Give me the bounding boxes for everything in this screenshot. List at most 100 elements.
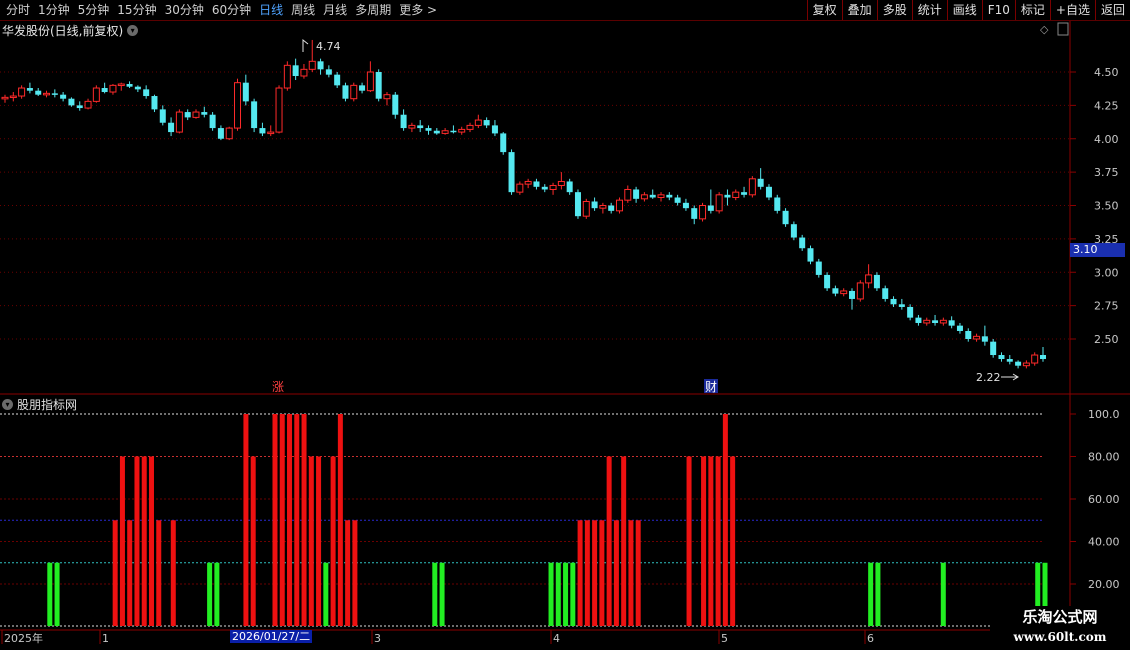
indicator-bar <box>592 520 598 626</box>
candle-body <box>674 197 681 203</box>
candle-body <box>541 186 548 190</box>
period-tab-3[interactable]: 15分钟 <box>113 0 160 20</box>
event-mark-zhang: 涨 <box>272 379 284 394</box>
candle-body <box>557 180 565 186</box>
candle-body <box>117 83 125 87</box>
indicator-bar <box>708 456 714 626</box>
indicator-bar <box>207 562 213 626</box>
candle-body <box>591 201 598 209</box>
toolbar-button-3[interactable]: 统计 <box>911 0 947 20</box>
period-tab-9[interactable]: 多周期 <box>351 0 395 20</box>
indicator-bar <box>301 414 307 626</box>
candle-body <box>732 191 740 198</box>
candle-body <box>242 82 249 102</box>
candle-body <box>51 93 58 95</box>
indicator-bar <box>47 562 53 626</box>
indicator-axis-label: 20.00 <box>1088 578 1120 591</box>
toolbar-button-8[interactable]: 返回 <box>1094 0 1130 20</box>
candle-body <box>574 192 581 217</box>
indicator-bar <box>337 414 343 626</box>
candle-body <box>1031 354 1039 364</box>
indicator-bar <box>621 456 627 626</box>
chevron-down-icon[interactable]: ▾ <box>2 399 13 410</box>
toolbar-button-5[interactable]: F10 <box>981 0 1015 20</box>
candle-body <box>1006 359 1013 362</box>
candle-body <box>251 101 258 129</box>
period-tab-4[interactable]: 30分钟 <box>161 0 208 20</box>
toolbar-button-4[interactable]: 画线 <box>946 0 982 20</box>
price-axis-label: 2.75 <box>1094 300 1119 313</box>
time-axis-label: 2025年 <box>4 631 43 645</box>
candle-body <box>748 178 756 196</box>
indicator-bar <box>613 520 619 626</box>
time-cursor-date: 2026/01/27/二 <box>230 630 313 643</box>
period-tab-6[interactable]: 日线 <box>255 0 287 20</box>
price-axis-label: 2.50 <box>1094 333 1119 346</box>
candle-body <box>151 96 158 110</box>
candle-body <box>175 111 183 133</box>
candle-body <box>68 98 75 106</box>
candle-body <box>35 90 42 95</box>
candle-body <box>624 188 632 201</box>
candle-body <box>890 298 897 305</box>
candle-body <box>923 319 931 324</box>
candle-body <box>101 88 108 93</box>
low-price-label: 2.22 <box>976 371 1001 384</box>
indicator-bar <box>294 414 300 626</box>
period-tab-1[interactable]: 1分钟 <box>34 0 74 20</box>
period-tabs: 分时 1分钟 5分钟 15分钟 30分钟 60分钟 日线 周线 月线 多周期 更多 > <box>2 0 441 20</box>
candle-body <box>458 128 466 133</box>
toolbar-button-2[interactable]: 多股 <box>876 0 912 20</box>
chart-canvas[interactable]: ◇ 4.504.254.003.753.503.253.002.752.5010… <box>0 0 1130 650</box>
indicator-bar <box>279 414 285 626</box>
candle-body <box>824 274 831 289</box>
indicator-axis-label: 40.00 <box>1088 536 1120 549</box>
diamond-icon: ◇ <box>1040 23 1049 36</box>
indicator-axis-label: 60.00 <box>1088 493 1120 506</box>
candle-body <box>466 124 474 130</box>
candle-body <box>18 87 26 97</box>
indicator-bar <box>352 520 358 626</box>
toolbar-button-6[interactable]: 标记 <box>1014 0 1050 20</box>
toolbar-button-1[interactable]: 叠加 <box>841 0 877 20</box>
indicator-bar <box>287 414 293 626</box>
period-tab-10[interactable]: 更多 > <box>395 0 441 20</box>
watermark-line2: www.60lt.com <box>1013 630 1107 644</box>
candle-body <box>425 128 432 131</box>
candle-body <box>1040 355 1046 360</box>
indicator-bar <box>439 562 445 626</box>
candle-body <box>582 200 590 217</box>
period-tab-7[interactable]: 周线 <box>287 0 319 20</box>
period-tab-0[interactable]: 分时 <box>2 0 34 20</box>
candle-body <box>491 125 498 134</box>
candle-body <box>599 205 607 209</box>
candle-body <box>168 122 175 133</box>
candle-body <box>76 105 83 109</box>
candle-body <box>383 94 391 100</box>
period-tab-8[interactable]: 月线 <box>319 0 351 20</box>
candle-body <box>317 61 324 70</box>
chevron-down-icon[interactable]: ▾ <box>127 25 139 36</box>
indicator-bar <box>548 562 554 626</box>
candle-body <box>849 290 856 299</box>
candle-body <box>359 85 366 91</box>
candle-body <box>9 95 17 99</box>
indicator-bar <box>868 562 874 626</box>
candle-body <box>724 194 731 198</box>
period-tab-5[interactable]: 60分钟 <box>208 0 255 20</box>
toolbar-button-0[interactable]: 复权 <box>806 0 842 20</box>
period-tab-2[interactable]: 5分钟 <box>74 0 114 20</box>
toolbar-button-7[interactable]: +自选 <box>1049 0 1095 20</box>
candle-body <box>483 120 490 126</box>
candle-body <box>873 274 880 289</box>
indicator-title: ▾ 股朋指标网 <box>2 396 77 413</box>
indicator-bar <box>119 456 125 626</box>
candle-body <box>234 82 242 129</box>
candle-body <box>126 84 133 87</box>
candle-body <box>765 186 772 198</box>
candle-body <box>707 205 714 211</box>
indicator-bar <box>214 562 220 626</box>
candle-body <box>633 189 640 199</box>
candle-body <box>60 94 67 99</box>
candle-body <box>782 210 789 225</box>
